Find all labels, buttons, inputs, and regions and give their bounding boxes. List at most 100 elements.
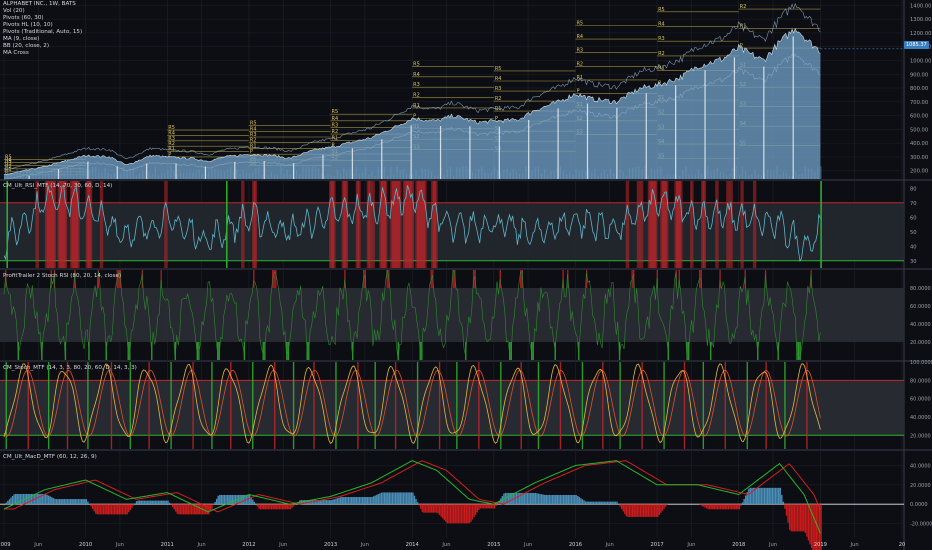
macd-histogram-bar xyxy=(490,504,493,509)
macd-histogram-bar xyxy=(349,497,351,505)
macd-histogram-bar xyxy=(613,501,615,505)
macd-histogram-bar xyxy=(51,497,53,505)
macd-histogram-bar xyxy=(325,500,328,505)
macd-histogram-bar xyxy=(547,494,549,505)
macd-histogram-bar xyxy=(638,504,640,517)
price-axis-label: 800.00 xyxy=(910,86,928,92)
stoch-cross-marker xyxy=(357,362,359,449)
macd-histogram-bar xyxy=(66,499,69,505)
macd-histogram-bar xyxy=(515,492,518,505)
macd-histogram-bar xyxy=(98,504,100,515)
stoch-cross-marker xyxy=(148,362,150,449)
rsi-oversold-marker xyxy=(820,181,822,268)
stoch-pane-title[interactable]: CM_Stoch_MTF (14, 3, 3, 80, 20, 60, D, 1… xyxy=(3,365,137,372)
macd-histogram-bar xyxy=(421,504,424,512)
macd-histogram-bar xyxy=(179,504,182,515)
macd-histogram-bar xyxy=(785,504,788,516)
macd-histogram-bar xyxy=(544,494,546,505)
macd-histogram-bar xyxy=(551,494,554,505)
study-pivots[interactable]: Pivots (60, 30) xyxy=(3,15,82,22)
macd-histogram-bar xyxy=(578,497,580,505)
macd-histogram-bar xyxy=(635,504,637,517)
macd-histogram-bar xyxy=(112,504,114,515)
macd-histogram-bar xyxy=(509,492,511,505)
macd-histogram-bar xyxy=(371,497,373,505)
rsi-overbought-highlight xyxy=(639,181,644,268)
macd-histogram-bar xyxy=(91,504,94,509)
macd-histogram-bar xyxy=(592,501,595,505)
macd-histogram-bar xyxy=(63,499,66,505)
pivot-label: R2 xyxy=(658,51,665,57)
macd-histogram-bar xyxy=(292,504,295,507)
macd-histogram-bar xyxy=(627,504,629,517)
study-pivots-hl[interactable]: Pivots HL (10, 10) xyxy=(3,22,82,29)
stoch-cross-marker xyxy=(313,362,315,449)
macd-histogram-bar xyxy=(620,504,623,509)
macd-histogram-bar xyxy=(448,504,450,524)
macd-histogram-bar xyxy=(575,494,577,505)
macd-histogram-bar xyxy=(29,493,31,505)
macd-histogram-bar xyxy=(346,497,348,505)
macd-histogram-bar xyxy=(409,492,411,505)
macd-histogram-bar xyxy=(157,500,160,505)
macd-histogram-bar xyxy=(269,504,271,510)
macd-histogram-bar xyxy=(165,500,168,505)
macd-histogram-bar xyxy=(187,504,190,515)
macd-histogram-bar xyxy=(368,497,370,505)
study-ma[interactable]: MA (9, close) xyxy=(3,36,82,43)
macd-histogram-bar xyxy=(96,504,99,515)
study-ma-cross[interactable]: MA Cross xyxy=(3,50,82,57)
macd-histogram-bar xyxy=(272,504,274,510)
time-axis-year-label: 20 xyxy=(899,542,906,548)
macd-histogram-bar xyxy=(333,499,336,505)
macd-histogram-bar xyxy=(214,501,216,505)
macd-histogram-bar xyxy=(614,501,617,505)
macd-pane-title[interactable]: CM_Ult_MacD_MTF (60, 12, 26, 9) xyxy=(3,454,97,461)
pivot-marker-bar xyxy=(733,57,736,179)
macd-histogram-bar xyxy=(79,499,81,505)
pivot-marker-bar xyxy=(763,66,765,179)
macd-histogram-bar xyxy=(770,487,772,505)
macd-histogram-bar xyxy=(84,499,86,505)
study-volume[interactable]: Vol (20) xyxy=(3,8,82,15)
macd-histogram-bar xyxy=(252,499,254,505)
macd-histogram-bar xyxy=(517,492,519,505)
macd-histogram-bar xyxy=(376,494,378,505)
stoch-axis-label: 20.0000 xyxy=(910,433,931,439)
price-axis-label: 1200.00 xyxy=(910,31,931,37)
study-pivots-traditional[interactable]: Pivots (Traditional, Auto, 15) xyxy=(3,29,82,36)
macd-histogram-bar xyxy=(69,499,72,505)
pivot-marker-bar xyxy=(528,119,530,179)
pivot-marker-bar xyxy=(234,161,236,179)
pivot-marker-bar xyxy=(557,108,559,179)
macd-histogram-bar xyxy=(76,499,78,505)
macd-histogram-bar xyxy=(518,492,521,505)
macd-histogram-bar xyxy=(537,493,540,505)
stochrsi-pane-title[interactable]: ProfitTrailer 2 Stoch RSI (80, 20, 14, c… xyxy=(3,273,121,280)
pivot-label: R2 xyxy=(740,4,747,10)
symbol-title[interactable]: ALPHABET INC., 1W, BATS xyxy=(3,1,82,8)
time-axis-year-label: 2013 xyxy=(324,542,337,548)
rsi-pane-title[interactable]: CM_Ult_RSI_MTF (14, 70, 30, 60, D, 14) xyxy=(3,183,112,190)
macd-histogram-bar xyxy=(137,500,139,505)
macd-histogram-bar xyxy=(73,499,75,505)
stoch-axis-label: 80.0000 xyxy=(910,378,931,384)
macd-histogram-bar xyxy=(322,500,325,505)
macd-histogram-bar xyxy=(718,504,720,510)
macd-histogram-bar xyxy=(288,504,290,510)
macd-histogram-bar xyxy=(223,494,226,505)
macd-histogram-bar xyxy=(416,502,419,505)
pivot-marker-bar xyxy=(586,103,589,179)
price-axis-label: 500.00 xyxy=(910,127,928,133)
study-bb[interactable]: BB (20, close, 2) xyxy=(3,43,82,50)
chart-canvas[interactable]: 200.00300.00400.00500.00600.00700.00800.… xyxy=(0,0,932,550)
macd-histogram-bar xyxy=(465,504,467,524)
time-axis-year-label: 2018 xyxy=(732,542,745,548)
macd-histogram-bar xyxy=(129,504,131,510)
macd-histogram-bar xyxy=(485,504,488,509)
time-axis-month-label: Jun xyxy=(115,542,124,548)
macd-histogram-bar xyxy=(324,500,326,505)
macd-histogram-bar xyxy=(603,501,606,505)
macd-histogram-bar xyxy=(277,504,279,510)
macd-histogram-bar xyxy=(261,504,263,510)
